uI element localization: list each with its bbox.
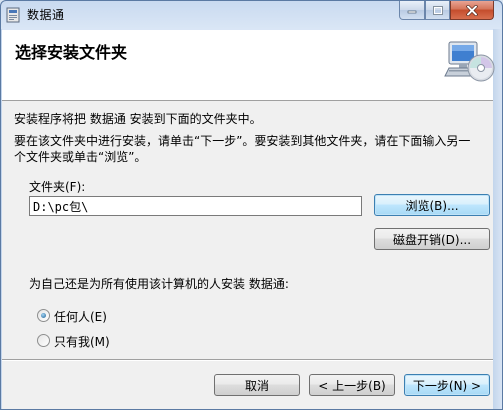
wizard-header: 选择安装文件夹 [2,30,495,101]
computer-cd-setup-icon [444,41,495,82]
radio-everyone[interactable] [37,309,50,322]
window-title: 数据通 [27,8,65,22]
intro-text: 安装程序将把 数据通 安装到下面的文件夹中。 [14,112,262,126]
radio-everyone-label[interactable]: 任何人(E) [54,308,107,325]
cancel-button[interactable]: 取消 [214,374,300,396]
wizard-body: 安装程序将把 数据通 安装到下面的文件夹中。 要在该文件夹中进行安装，请单击“下… [2,101,493,359]
page-title: 选择安装文件夹 [15,43,128,62]
disk-cost-button[interactable]: 磁盘开销(D)... [374,228,490,250]
radio-selected-dot [41,313,46,318]
installer-icon [6,7,20,23]
instructions-text-line1: 要在该文件夹中进行安装，请单击“下一步”。要安装到其他文件夹，请在下面输入另一 [14,134,471,148]
maximize-button[interactable] [425,1,450,20]
close-icon [466,4,478,16]
instructions-text-line2: 个文件夹或单击“浏览”。 [14,150,147,164]
folder-path-input[interactable] [29,196,362,216]
close-button[interactable] [450,1,494,20]
maximize-icon [432,5,443,15]
title-bar[interactable]: 数据通 [1,1,502,29]
footer-separator [2,359,493,361]
window-right-border [493,29,502,409]
next-button[interactable]: 下一步(N) > [404,374,490,396]
minimize-button[interactable] [399,1,425,20]
folder-label: 文件夹(F): [29,180,86,194]
browse-button[interactable]: 浏览(B)... [374,194,490,216]
installer-window: 数据通 选择安装文件夹 安装程序将把 数据通 安装到下面的文件夹中。 要在该文件… [0,0,503,410]
radio-just-me[interactable] [37,334,50,347]
install-for-question: 为自己还是为所有使用该计算机的人安装 数据通: [29,277,289,291]
back-button[interactable]: < 上一步(B) [309,374,395,396]
minimize-icon [407,10,417,14]
radio-just-me-label[interactable]: 只有我(M) [54,333,110,350]
wizard-footer: 取消 < 上一步(B) 下一步(N) > [2,359,493,409]
